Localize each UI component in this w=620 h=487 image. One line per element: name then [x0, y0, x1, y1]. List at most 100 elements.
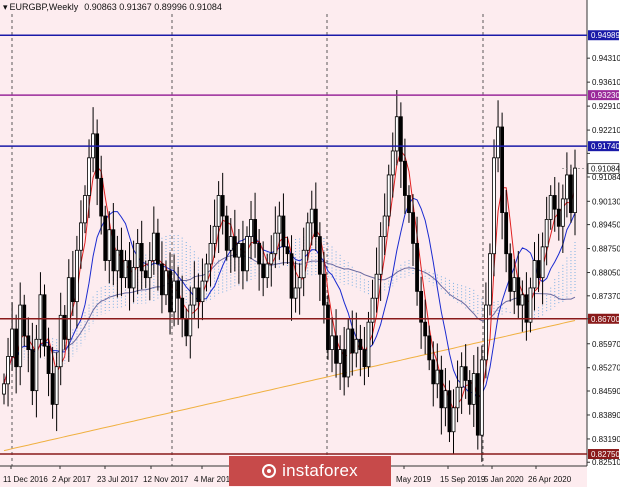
candle-body	[431, 359, 436, 385]
candle-body	[131, 266, 136, 289]
candle-body	[200, 280, 205, 303]
price-tick-label: 0.92210	[592, 126, 620, 135]
candle-body	[297, 277, 302, 289]
price-tick-label: 0.93610	[592, 78, 620, 87]
candle-body	[500, 126, 505, 214]
candle-body	[516, 277, 521, 306]
symbol-label: EURGBP,Weekly	[9, 2, 79, 12]
candle-body	[419, 290, 424, 323]
candle-body	[38, 294, 43, 340]
level-label: 0.91740	[591, 142, 620, 151]
candle-body	[216, 195, 221, 227]
candle-body	[528, 287, 533, 323]
candle-body	[484, 304, 488, 361]
candle-body	[540, 246, 545, 279]
candle-body	[10, 328, 14, 357]
brand-logo: instaforex	[229, 456, 391, 486]
candle-body	[6, 356, 10, 385]
price-tick-label: 0.83190	[592, 435, 620, 444]
candle-body	[176, 280, 181, 299]
price-chart[interactable]: 0.949890.932300.917400.867000.827500.943…	[0, 0, 620, 487]
candle-body	[180, 297, 185, 320]
candle-body	[204, 263, 209, 282]
candle-body	[301, 249, 306, 279]
candle-body	[512, 277, 517, 292]
candle-body	[560, 198, 565, 227]
candle-body	[22, 304, 27, 337]
chart-window[interactable]: 0.94989 0.93230 0.91740 0.86700 0.82750 0.943…	[0, 0, 620, 487]
price-tick-label: 0.88050	[592, 269, 620, 278]
candle-body	[390, 150, 395, 176]
candle-body	[30, 349, 35, 392]
candle-body	[322, 273, 326, 306]
candle-body	[70, 277, 75, 303]
candle-body	[520, 294, 525, 306]
candle-body	[147, 260, 152, 279]
price-tick-label: 0.92910	[592, 102, 620, 111]
candle-body	[18, 304, 23, 368]
candle-body	[475, 373, 480, 436]
candle-body	[565, 174, 569, 200]
candle-body	[261, 263, 266, 279]
candle-body	[285, 246, 290, 255]
candle-body	[573, 167, 577, 214]
candle-body	[532, 260, 537, 289]
candle-body	[2, 383, 6, 395]
candle-body	[14, 328, 19, 368]
time-label: 15 Sep 2019	[440, 475, 486, 484]
candle-body	[212, 225, 217, 244]
candle-body	[504, 212, 509, 255]
price-tick-label: 0.88750	[592, 245, 620, 254]
candle-body	[196, 287, 201, 303]
candle-body	[362, 349, 367, 368]
chart-header: ▾ EURGBP,Weekly 0.90863 0.91367 0.89996 0.…	[3, 2, 222, 13]
candle-body	[354, 338, 359, 354]
candle-body	[479, 359, 484, 436]
candle-body	[378, 236, 383, 275]
candle-body	[403, 160, 407, 196]
candle-body	[496, 126, 500, 159]
candle-body	[127, 260, 132, 289]
candle-body	[249, 219, 253, 237]
candle-body	[451, 407, 456, 433]
candle-body	[374, 273, 379, 299]
time-label: 26 Apr 2020	[528, 475, 572, 484]
candle-body	[87, 157, 91, 196]
price-tick-label: 0.83890	[592, 411, 620, 420]
price-tick-label: 0.82510	[592, 458, 620, 467]
candle-body	[79, 222, 83, 251]
candle-body	[115, 249, 120, 272]
candle-body	[309, 208, 314, 224]
candle-body	[346, 328, 351, 378]
candle-body	[269, 253, 274, 265]
candle-body	[66, 277, 71, 340]
candle-body	[411, 212, 415, 244]
candle-body	[536, 260, 541, 279]
candle-body	[342, 349, 347, 378]
candle-body	[220, 195, 225, 217]
level-label: 0.94989	[591, 31, 620, 40]
brand-name: instaforex	[282, 461, 358, 480]
candle-body	[241, 243, 245, 272]
candle-body	[34, 338, 39, 392]
candle-body	[257, 243, 262, 265]
candle-body	[99, 177, 104, 217]
candle-body	[289, 253, 294, 299]
menu-arrow-icon[interactable]: ▾	[3, 2, 8, 12]
price-tick-label: 0.85970	[592, 340, 620, 349]
candle-body	[556, 208, 561, 227]
candle-body	[443, 390, 448, 409]
candle-body	[95, 133, 100, 179]
candle-body	[326, 304, 330, 350]
price-tick-label: 0.94310	[592, 54, 620, 63]
candle-body	[350, 328, 355, 354]
candle-body	[305, 222, 310, 251]
ohlc-readout: 0.90863 0.91367 0.89996 0.91084	[84, 2, 222, 12]
candle-body	[143, 270, 148, 279]
price-tick-label: 0.91084	[592, 173, 620, 182]
price-tick-label: 0.90130	[592, 197, 620, 206]
candle-body	[188, 304, 193, 337]
candle-body	[42, 294, 47, 347]
candle-body	[168, 270, 172, 313]
candle-body	[160, 263, 164, 296]
